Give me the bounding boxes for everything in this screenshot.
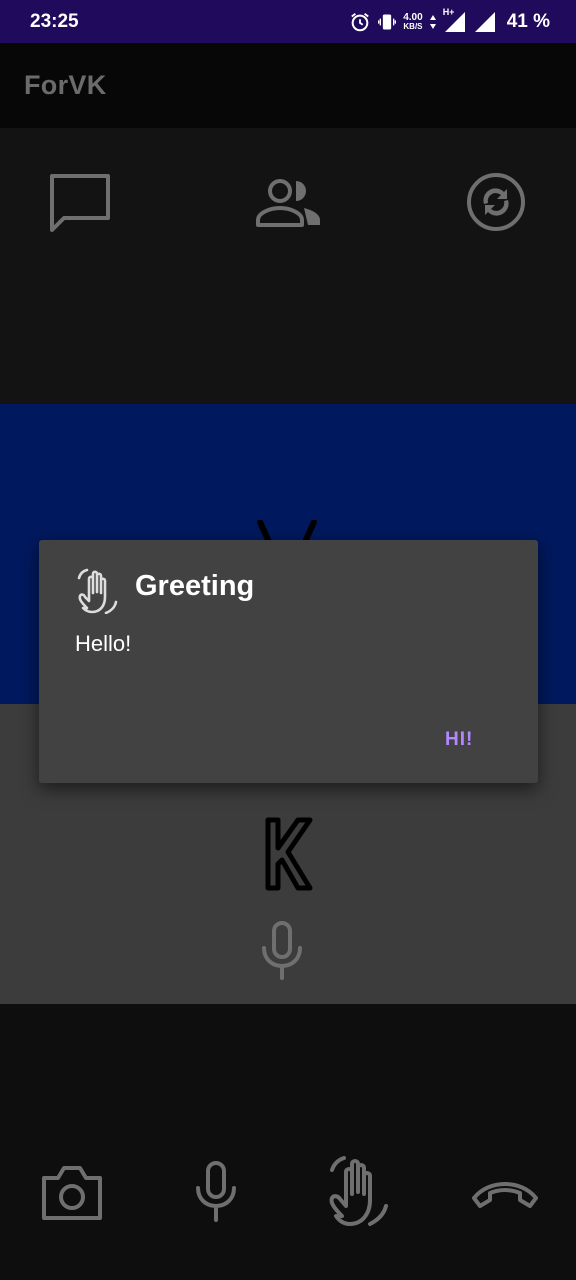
battery-percent: 41 % [506,10,550,32]
sync-icon[interactable] [466,172,526,232]
network-type: H+ [442,6,455,17]
signal-h-plus: H+ [443,7,467,33]
microphone-icon[interactable] [194,1160,238,1222]
microphone-icon[interactable] [260,920,304,980]
signal-icon [474,11,495,32]
alarm-icon [351,12,370,31]
data-arrows-icon [429,14,436,29]
k-logo-icon [265,817,313,891]
status-bar: 23:25 4.00 KB/S H+ 41 % [0,0,576,43]
status-time: 23:25 [30,10,79,32]
chat-bubble-icon[interactable] [48,172,112,234]
status-icons: 4.00 KB/S H+ 41 % [349,7,550,33]
wave-hand-icon[interactable] [326,1156,394,1228]
net-speed: 4.00 KB/S [403,11,423,31]
end-call-icon[interactable] [470,1178,540,1210]
vibrate-icon [378,14,397,29]
wave-hand-icon [77,568,118,614]
dialog-message: Hello! [75,631,132,656]
people-icon[interactable] [254,178,324,228]
dialog-title: Greeting [135,570,255,602]
app-bar: ForVK [0,43,576,128]
app-title: ForVK [24,70,107,100]
hi-button[interactable]: HI! [445,729,473,751]
camera-icon[interactable] [40,1164,104,1222]
greeting-dialog: Greeting Hello! HI! [39,540,538,783]
bottom-controls [0,1004,576,1280]
top-nav [0,128,576,404]
